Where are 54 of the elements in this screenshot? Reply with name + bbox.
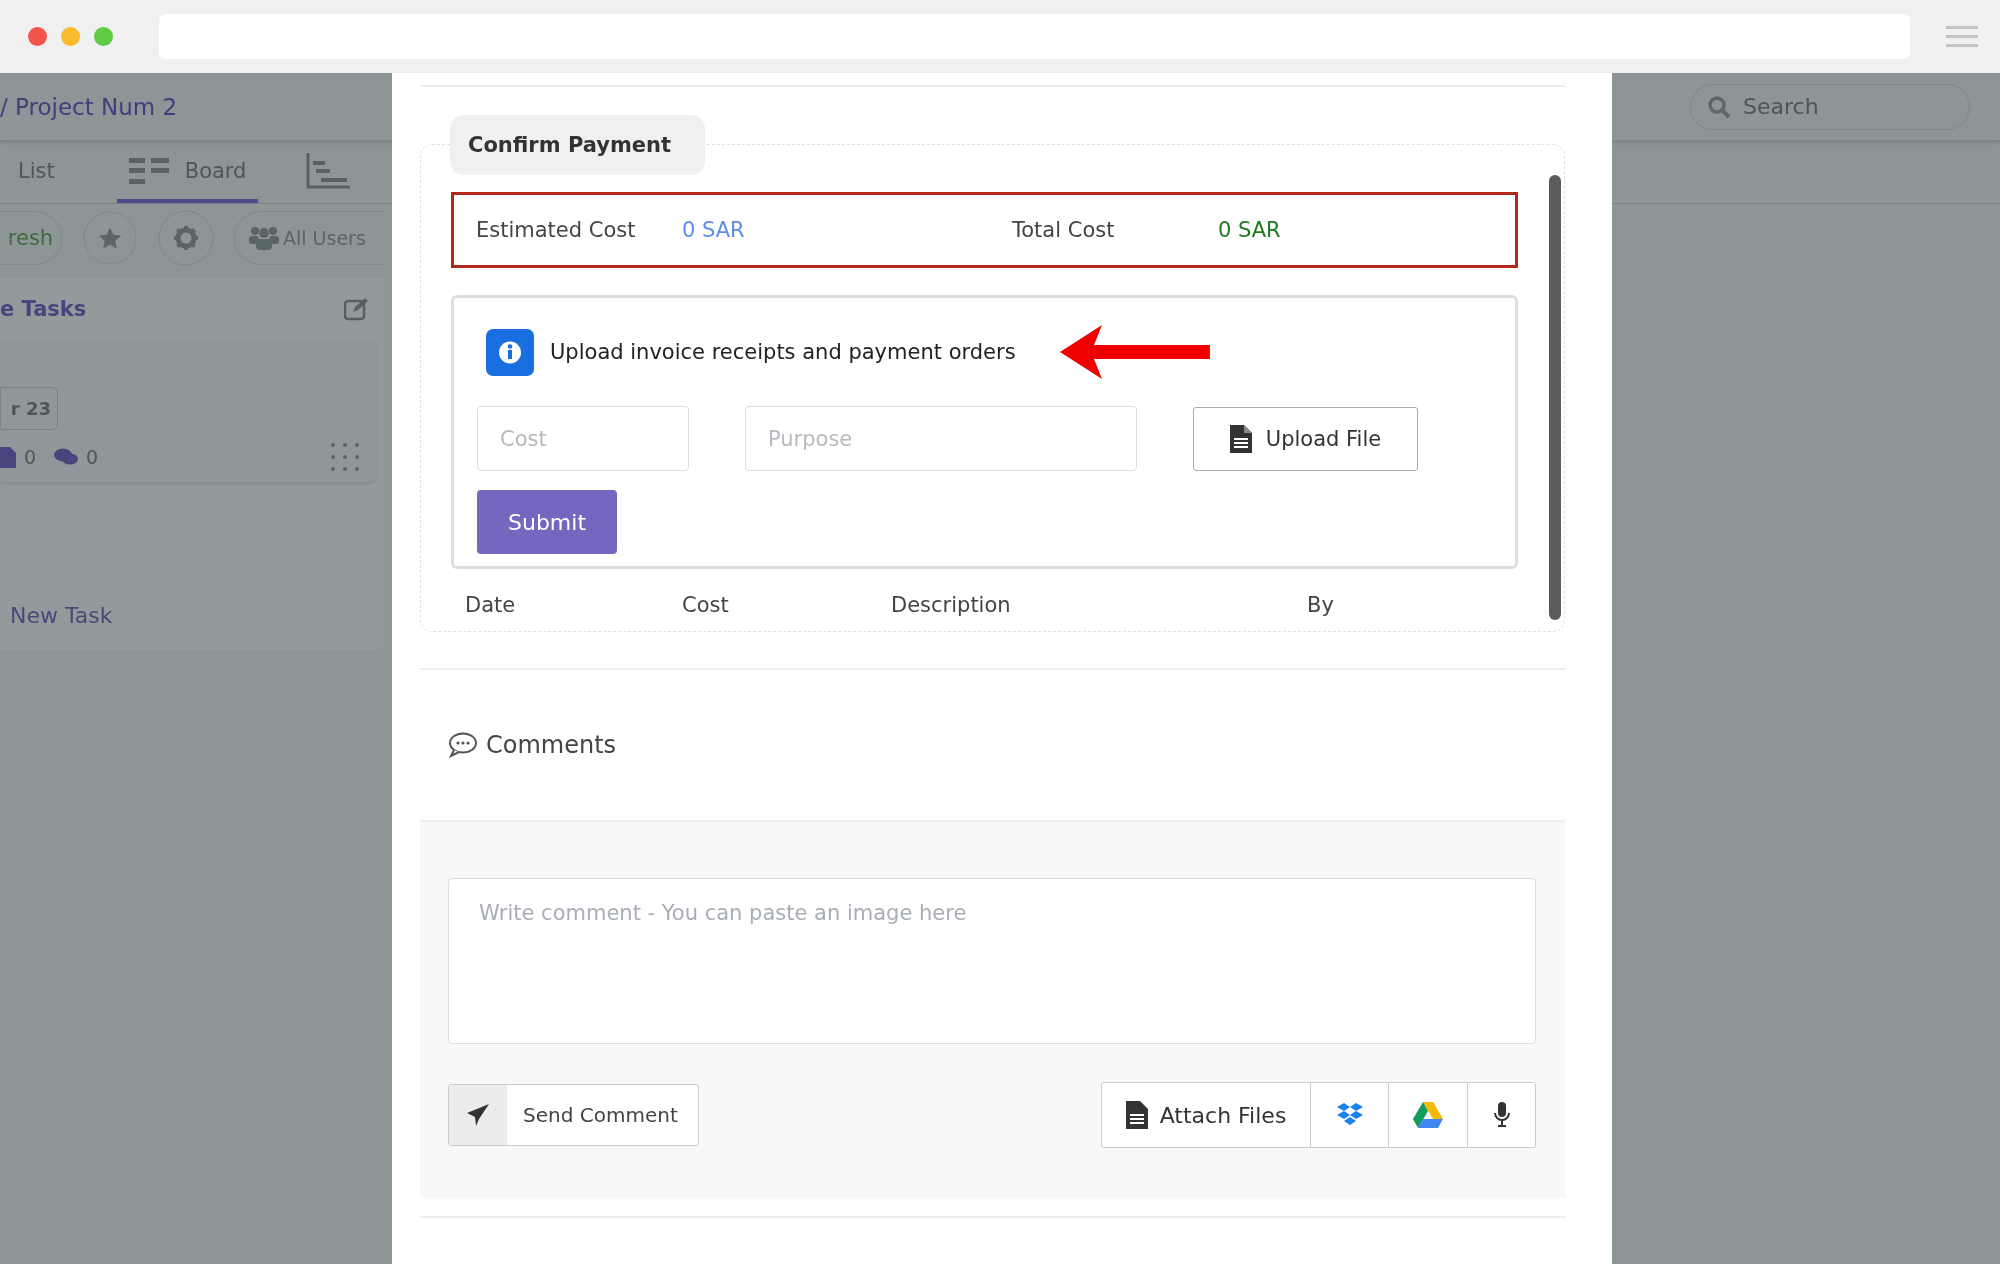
view-tab[interactable]: List	[0, 157, 67, 203]
text-field[interactable]: Purpose	[745, 406, 1137, 471]
column-header: Cost	[682, 593, 730, 617]
view-tab[interactable]: Board	[116, 157, 259, 203]
drive-button[interactable]	[1389, 1083, 1468, 1147]
send-comment-button[interactable]: Send Comment	[448, 1084, 699, 1146]
document-icon	[1229, 424, 1252, 453]
info-icon	[486, 328, 534, 376]
date-badge: r 23	[0, 387, 58, 430]
gantt-chart-icon[interactable]	[306, 153, 351, 189]
comment-count: 0	[86, 446, 99, 468]
open-box-icon	[1336, 1103, 1363, 1127]
arrow-icon	[1059, 325, 1210, 379]
users-icon	[249, 225, 279, 251]
text-field[interactable]: Cost	[477, 406, 689, 471]
comment-icon	[448, 732, 478, 758]
file-count: 0	[24, 446, 37, 468]
cost-value: 0 SAR	[1218, 218, 1282, 242]
submit-button[interactable]: Submit	[477, 490, 617, 554]
paper-plane-icon	[466, 1103, 490, 1127]
minimize-dot[interactable]	[61, 27, 80, 46]
upload-file-button[interactable]: Upload File	[1193, 406, 1418, 471]
breadcrumb[interactable]: / Project Num 2	[0, 93, 178, 120]
menu-icon[interactable]	[1946, 24, 1978, 49]
cost-label: Total Cost	[1012, 218, 1116, 242]
settings-button[interactable]	[158, 210, 214, 266]
add-task-link[interactable]: New Task	[0, 603, 384, 628]
star-button[interactable]	[82, 211, 138, 265]
maximize-dot[interactable]	[94, 27, 113, 46]
column-header: Date	[465, 593, 517, 617]
column-title: e Tasks	[0, 297, 87, 321]
cost-label: Estimated Cost	[476, 218, 637, 242]
upload-instructions: Upload invoice receipts and payment orders	[550, 340, 1016, 364]
section-tab[interactable]: Confirm Payment	[450, 115, 706, 175]
cost-value: 0 SAR	[682, 218, 746, 242]
search-icon	[1707, 94, 1731, 119]
attach-files-button[interactable]: Attach Files	[1102, 1083, 1311, 1147]
document-icon	[1125, 1101, 1148, 1129]
scrollbar[interactable]	[1549, 175, 1561, 620]
microphone-icon	[1493, 1102, 1510, 1128]
close-dot[interactable]	[28, 27, 47, 46]
edit-icon[interactable]	[344, 297, 370, 321]
triangle-logo-icon	[1413, 1102, 1443, 1128]
file-icon	[0, 446, 16, 468]
comments-icon	[54, 448, 79, 466]
comment-field[interactable]: Write comment - You can paste an image here	[448, 878, 1536, 1044]
column-header: Description	[891, 593, 1012, 617]
dropbox-button[interactable]	[1311, 1083, 1389, 1147]
microphone-button[interactable]	[1468, 1083, 1535, 1147]
board-icon	[128, 156, 169, 186]
comments-heading: Comments	[486, 731, 617, 759]
drag-handle-icon[interactable]	[330, 442, 360, 472]
column-header: By	[1307, 593, 1335, 617]
task-card[interactable]: r 23 0 0	[0, 340, 376, 482]
